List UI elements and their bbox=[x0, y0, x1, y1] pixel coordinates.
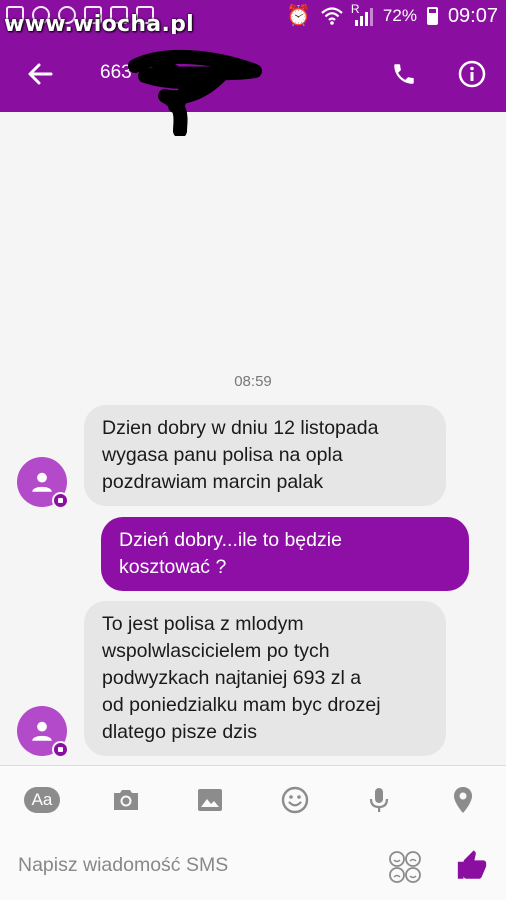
incoming-message[interactable]: To jest polisa z mlodym wspolwlasciciele… bbox=[84, 601, 446, 756]
emoji-icon bbox=[281, 786, 309, 814]
location-button[interactable] bbox=[443, 782, 483, 818]
back-button[interactable] bbox=[20, 54, 60, 94]
message-timestamp: 08:59 bbox=[234, 373, 272, 390]
battery-icon bbox=[426, 7, 438, 25]
avatar[interactable] bbox=[17, 706, 69, 758]
status-bar: www.wiocha.pl ⏰ R 72% 09:07 bbox=[0, 0, 506, 37]
message-input[interactable]: Napisz wiadomość SMS bbox=[18, 854, 228, 877]
person-icon bbox=[32, 721, 52, 741]
person-icon bbox=[32, 472, 52, 492]
phone-icon bbox=[394, 64, 414, 84]
battery-percent: 72% bbox=[382, 6, 417, 25]
incoming-message[interactable]: Dzien dobry w dniu 12 listopada wygasa p… bbox=[84, 405, 446, 506]
info-button[interactable] bbox=[452, 54, 492, 94]
avatar[interactable] bbox=[17, 457, 69, 509]
roaming-label: R bbox=[350, 2, 360, 16]
thumbs-up-icon bbox=[457, 850, 487, 879]
emoticons-icon[interactable] bbox=[386, 848, 424, 886]
back-arrow-icon bbox=[28, 63, 53, 85]
composer: Aa Napisz wiadomość SMS bbox=[0, 766, 506, 900]
info-icon bbox=[458, 60, 486, 88]
text-format-button[interactable]: Aa bbox=[22, 782, 62, 818]
wifi-icon bbox=[321, 7, 343, 25]
outgoing-message[interactable]: Dzień dobry...ile to będzie kosztować ? bbox=[101, 517, 469, 591]
location-icon bbox=[454, 787, 472, 813]
redaction-scribble bbox=[128, 49, 262, 136]
microphone-button[interactable] bbox=[359, 782, 399, 818]
text-format-icon: Aa bbox=[24, 787, 60, 813]
call-button[interactable] bbox=[384, 54, 424, 94]
alarm-icon: ⏰ bbox=[286, 5, 311, 27]
microphone-icon bbox=[369, 788, 389, 812]
image-icon bbox=[198, 789, 222, 811]
clock: 09:07 bbox=[447, 4, 498, 27]
like-button[interactable] bbox=[452, 846, 492, 886]
app-bar: 663 bbox=[0, 34, 506, 136]
camera-icon bbox=[114, 790, 138, 810]
emoji-button[interactable] bbox=[275, 782, 315, 818]
sms-badge-icon bbox=[52, 492, 69, 509]
camera-button[interactable] bbox=[106, 782, 146, 818]
gallery-button[interactable] bbox=[190, 782, 230, 818]
sms-badge-icon bbox=[52, 741, 69, 758]
